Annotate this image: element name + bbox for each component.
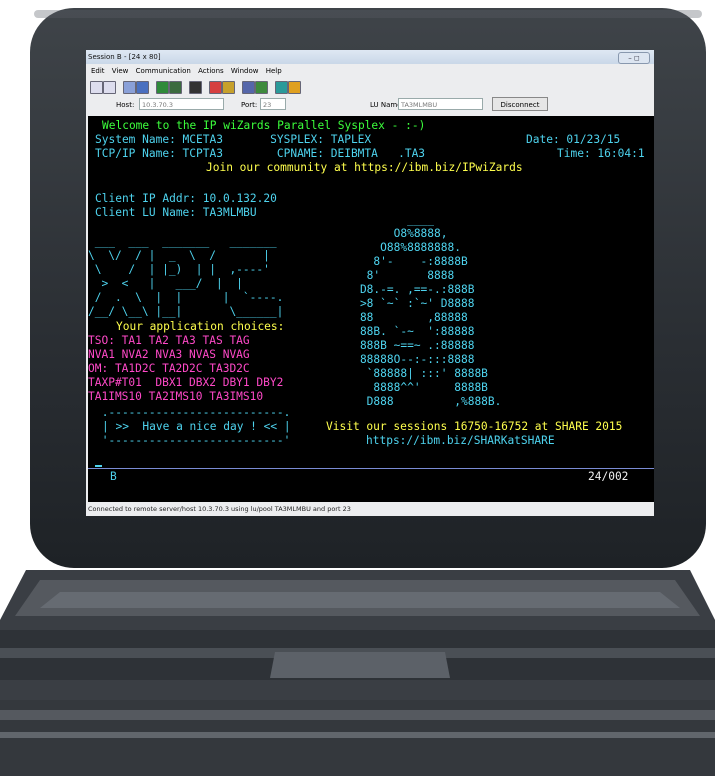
oia-cursor-position: 24/002 (588, 470, 629, 483)
port-label: Port: (241, 101, 258, 109)
port-field[interactable]: 23 (260, 98, 286, 110)
visit-sessions-line: Visit our sessions 16750-16752 at SHARE … (326, 420, 623, 433)
display-icon[interactable] (169, 81, 182, 94)
xpc-logo-line: / . \ | | | `----. (88, 291, 284, 304)
macro-icon[interactable] (189, 81, 202, 94)
lu-name-field[interactable]: TA3MLMBU (398, 98, 483, 110)
welcome-line: Welcome to the IP wiZards Parallel Syspl… (102, 119, 426, 132)
status-text: Connected to remote server/host 10.3.70.… (88, 505, 351, 513)
menu-communication[interactable]: Communication (136, 67, 191, 75)
nice-day-text: | >> Have a nice day ! << | (102, 420, 291, 433)
ascii-art-line: 8' 8888 (333, 269, 455, 282)
choice-line: OM: TA1D2C TA2D2C TA3D2C (88, 362, 250, 375)
ascii-art-line: D888 ,%888B. (333, 395, 502, 408)
xpc-logo-line: > < | ___/ | | (88, 277, 243, 290)
client-ip-line: Client IP Addr: 10.0.132.20 (95, 192, 277, 205)
cursor (95, 465, 102, 467)
operator-info-area: B 24/002 (88, 468, 654, 485)
community-line: Join our community at https://ibm.biz/IP… (206, 161, 523, 174)
ascii-art-line: `88888| :::' 8888B (333, 367, 488, 380)
menu-actions[interactable]: Actions (198, 67, 224, 75)
laptop-base (0, 570, 715, 776)
terminal-emulator-window: Session B - [24 x 80] – ◻ Edit View Comm… (86, 50, 654, 516)
title-bar: Session B - [24 x 80] – ◻ (86, 50, 654, 64)
xpc-logo-line: \ / | |_) | | ,----' (88, 263, 270, 276)
menu-window[interactable]: Window (231, 67, 259, 75)
receive-icon[interactable] (136, 81, 149, 94)
ascii-art-line: 88888O--:-:::8888 (333, 353, 475, 366)
status-bar: Connected to remote server/host 10.3.70.… (86, 502, 654, 516)
host-field[interactable]: 10.3.70.3 (139, 98, 224, 110)
menu-view[interactable]: View (112, 67, 129, 75)
window-title: Session B - [24 x 80] (88, 53, 161, 61)
time-text: Time: 16:04:1 (557, 147, 645, 160)
menu-help[interactable]: Help (266, 67, 282, 75)
nice-day-box-top: .--------------------------. (95, 406, 291, 419)
color-icon[interactable] (275, 81, 288, 94)
tcpip-line: TCP/IP Name: TCPTA3 CPNAME: DEIBMTA .TA3 (95, 147, 426, 160)
nice-day-box-bottom: '--------------------------' (95, 434, 291, 447)
ascii-art-line: >8 `~` :`~' D8888 (333, 297, 475, 310)
play-icon[interactable] (222, 81, 235, 94)
xpc-logo-line: /__/ \__\ |__| \______| (88, 305, 284, 318)
date-text: Date: 01/23/15 (526, 133, 621, 146)
ascii-art-line: D8.-=. ,==-.:888B (333, 283, 475, 296)
ascii-art-line: 8'- -:8888B (333, 255, 468, 268)
stop-icon[interactable] (242, 81, 255, 94)
menu-edit[interactable]: Edit (91, 67, 105, 75)
ascii-art-line: ____ (333, 213, 435, 226)
choices-title: Your application choices: (116, 320, 285, 333)
xpc-logo-line: ___ ___ _______ _______ (88, 235, 277, 248)
choice-line: TAXP#T01 DBX1 DBX2 DBY1 DBY2 (88, 376, 284, 389)
disconnect-button[interactable]: Disconnect (492, 97, 548, 111)
ascii-art-line: 88B. `-~ ':88888 (333, 325, 475, 338)
ascii-art-line: O8%8888, (333, 227, 448, 240)
connection-bar: Host: 10.3.70.3 Port: 23 LU Name: TA3MLM… (86, 96, 654, 114)
record-icon[interactable] (209, 81, 222, 94)
choice-line: TA1IMS10 TA2IMS10 TA3IMS10 (88, 390, 264, 403)
toolbar (86, 78, 654, 96)
choice-line: NVA1 NVA2 NVA3 NVAS NVAG (88, 348, 250, 361)
paste-icon[interactable] (103, 81, 116, 94)
ascii-art-line: O88%8888888. (333, 241, 461, 254)
client-lu-line: Client LU Name: TA3MLMBU (95, 206, 257, 219)
ascii-art-line: 88 ,88888 (333, 311, 468, 324)
ascii-art-line: 888B ~==~ .:88888 (333, 339, 475, 352)
send-icon[interactable] (123, 81, 136, 94)
window-controls[interactable]: – ◻ (618, 52, 650, 64)
choice-line: TSO: TA1 TA2 TA3 TAS TAG (88, 334, 250, 347)
ascii-art-line: 8888^^' 8888B (333, 381, 488, 394)
screen-icon[interactable] (156, 81, 169, 94)
menu-bar: Edit View Communication Actions Window H… (86, 64, 654, 78)
keyboard-icon[interactable] (255, 81, 268, 94)
print-icon[interactable] (288, 81, 301, 94)
copy-icon[interactable] (90, 81, 103, 94)
share-url-line: https://ibm.biz/SHARKatSHARE (366, 434, 555, 447)
bezel-highlight (34, 10, 702, 18)
host-label: Host: (116, 101, 135, 109)
system-line: System Name: MCETA3 SYSPLEX: TAPLEX (95, 133, 372, 146)
xpc-logo-line: \ \/ / | _ \ / | (88, 249, 270, 262)
oia-session-letter: B (110, 470, 117, 483)
terminal-screen[interactable]: Welcome to the IP wiZards Parallel Syspl… (88, 116, 654, 502)
